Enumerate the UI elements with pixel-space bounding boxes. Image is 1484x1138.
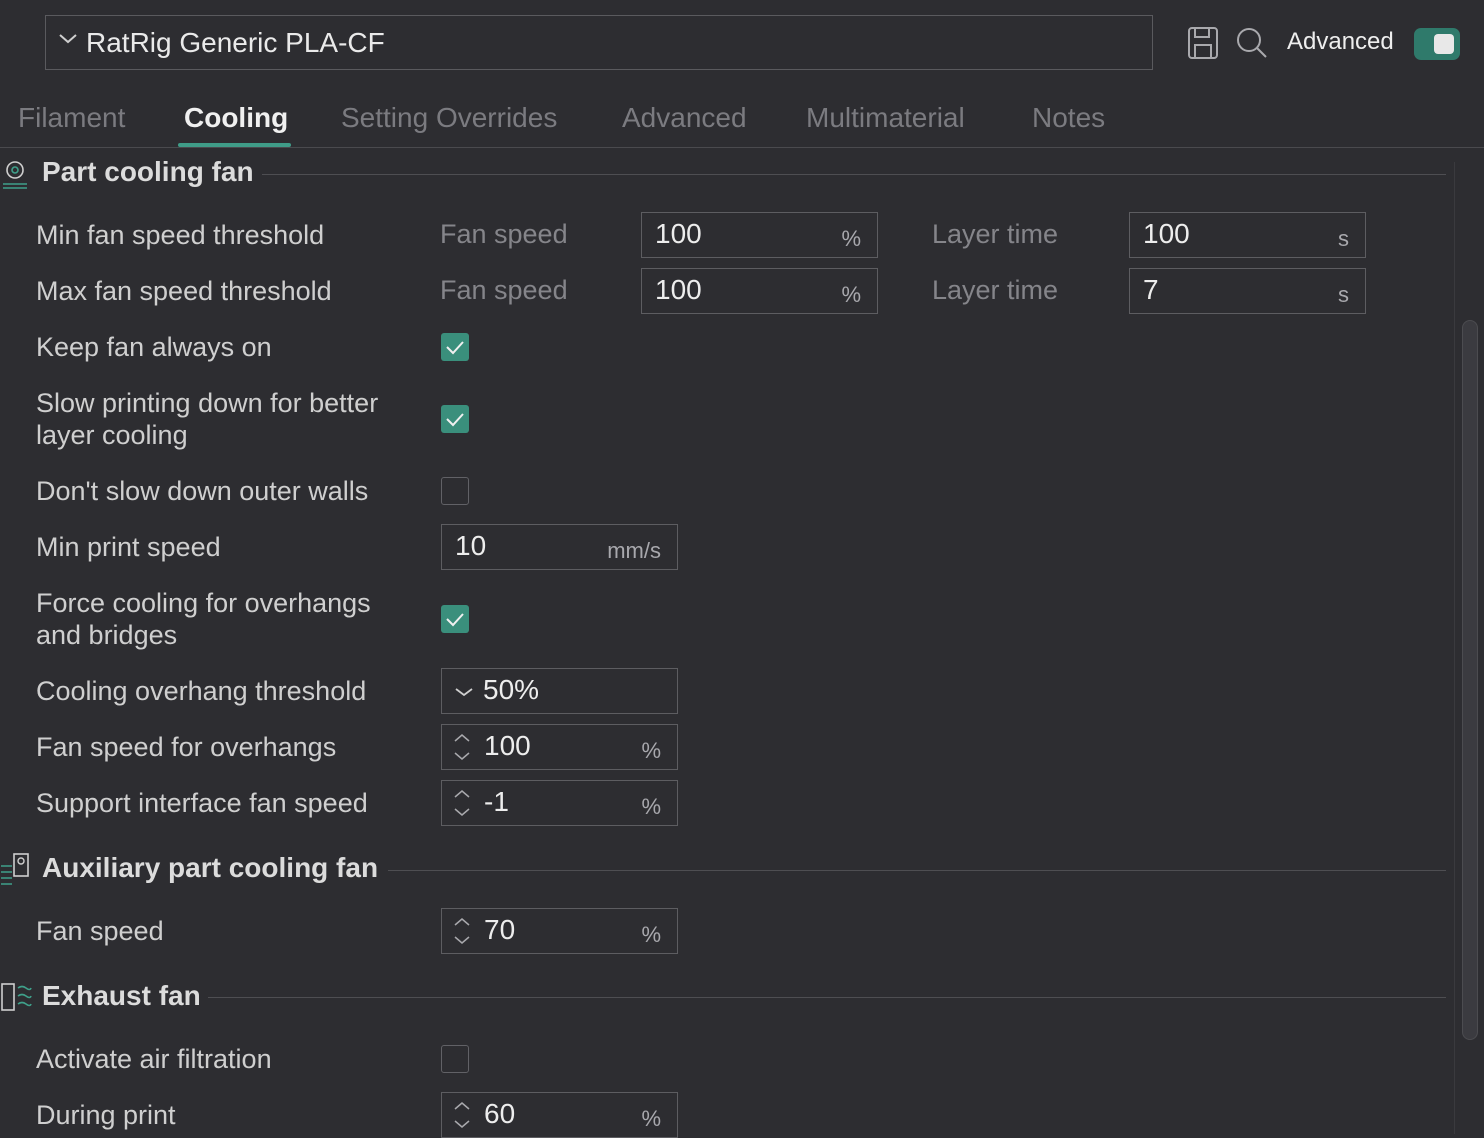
field-unit: % bbox=[841, 282, 861, 307]
section-title-part-cooling: Part cooling fan bbox=[42, 156, 254, 187]
field-unit: % bbox=[641, 1106, 661, 1131]
field-value: 100 bbox=[655, 274, 702, 305]
chevron-down-icon bbox=[59, 34, 77, 44]
field-unit: s bbox=[1338, 282, 1349, 307]
aux-fan-speed-spinner[interactable]: 70 % bbox=[441, 908, 678, 954]
check-icon bbox=[446, 413, 464, 427]
field-unit: % bbox=[641, 794, 661, 819]
aux-fan-icon bbox=[1, 853, 29, 885]
exhaust-fan-icon bbox=[1, 983, 32, 1011]
aux-fan-speed-label: Fan speed bbox=[36, 916, 164, 946]
scroll-track bbox=[1454, 162, 1455, 1134]
layer-time-sublabel: Layer time bbox=[932, 275, 1059, 305]
fan-icon bbox=[3, 161, 27, 189]
tabs-divider bbox=[0, 147, 1484, 148]
during-print-spinner[interactable]: 60 % bbox=[441, 1092, 678, 1138]
field-value: -1 bbox=[484, 786, 509, 817]
field-value: 70 bbox=[484, 914, 516, 945]
check-icon bbox=[446, 613, 464, 627]
field-unit: % bbox=[641, 738, 661, 763]
field-unit: % bbox=[641, 922, 661, 947]
air-filtration-checkbox[interactable] bbox=[441, 1045, 469, 1073]
field-value: 7 bbox=[1143, 274, 1159, 305]
section-title-exhaust-fan: Exhaust fan bbox=[42, 980, 201, 1011]
dont-slow-walls-checkbox[interactable] bbox=[441, 477, 469, 505]
check-icon bbox=[446, 341, 464, 355]
slow-down-checkbox[interactable] bbox=[441, 405, 469, 433]
save-icon[interactable] bbox=[1187, 26, 1219, 60]
tab-multimaterial[interactable]: Multimaterial bbox=[806, 102, 965, 134]
force-cooling-checkbox[interactable] bbox=[441, 605, 469, 633]
max-fan-threshold-label: Max fan speed threshold bbox=[36, 276, 332, 306]
overhang-threshold-label: Cooling overhang threshold bbox=[36, 676, 367, 706]
field-value: 100 bbox=[484, 730, 531, 761]
layer-time-sublabel: Layer time bbox=[932, 219, 1059, 249]
support-interface-label: Support interface fan speed bbox=[36, 788, 368, 818]
fan-overhangs-label: Fan speed for overhangs bbox=[36, 732, 337, 762]
keep-fan-on-label: Keep fan always on bbox=[36, 332, 272, 362]
max-fan-speed-input[interactable]: 100 % bbox=[641, 268, 878, 314]
advanced-toggle[interactable] bbox=[1414, 28, 1460, 60]
chevron-down-icon bbox=[455, 688, 473, 697]
tab-cooling[interactable]: Cooling bbox=[184, 102, 288, 134]
fan-speed-sublabel: Fan speed bbox=[440, 219, 568, 249]
slow-down-label-line2: layer cooling bbox=[36, 420, 188, 450]
preset-selector[interactable]: RatRig Generic PLA-CF bbox=[45, 15, 1153, 70]
select-value: 50% bbox=[483, 674, 540, 705]
tab-setting-overrides[interactable]: Setting Overrides bbox=[341, 102, 557, 134]
section-divider bbox=[208, 997, 1446, 998]
fan-overhangs-spinner[interactable]: 100 % bbox=[441, 724, 678, 770]
section-divider bbox=[388, 870, 1446, 871]
search-icon[interactable] bbox=[1235, 26, 1269, 60]
during-print-label: During print bbox=[36, 1100, 176, 1130]
preset-name: RatRig Generic PLA-CF bbox=[86, 27, 385, 58]
tab-notes[interactable]: Notes bbox=[1032, 102, 1105, 134]
field-unit: % bbox=[841, 226, 861, 251]
tab-advanced[interactable]: Advanced bbox=[622, 102, 747, 134]
section-title-aux-fan: Auxiliary part cooling fan bbox=[42, 852, 379, 883]
field-value: 60 bbox=[484, 1098, 516, 1129]
fan-speed-sublabel: Fan speed bbox=[440, 275, 568, 305]
max-layer-time-input[interactable]: 7 s bbox=[1129, 268, 1366, 314]
vertical-scrollbar[interactable] bbox=[1462, 320, 1478, 1040]
field-unit: mm/s bbox=[607, 538, 661, 563]
spin-arrows-icon[interactable] bbox=[452, 787, 472, 819]
min-layer-time-input[interactable]: 100 s bbox=[1129, 212, 1366, 258]
tab-filament[interactable]: Filament bbox=[18, 102, 125, 134]
min-fan-speed-input[interactable]: 100 % bbox=[641, 212, 878, 258]
spin-arrows-icon[interactable] bbox=[452, 915, 472, 947]
advanced-label: Advanced bbox=[1287, 28, 1394, 55]
air-filtration-label: Activate air filtration bbox=[36, 1044, 272, 1074]
keep-fan-on-checkbox[interactable] bbox=[441, 333, 469, 361]
section-divider bbox=[262, 174, 1446, 175]
dont-slow-walls-label: Don't slow down outer walls bbox=[36, 476, 369, 506]
spin-arrows-icon[interactable] bbox=[452, 1099, 472, 1131]
toggle-knob bbox=[1434, 34, 1454, 54]
force-cooling-label-line1: Force cooling for overhangs bbox=[36, 588, 371, 618]
field-value: 10 bbox=[455, 530, 487, 561]
support-interface-spinner[interactable]: -1 % bbox=[441, 780, 678, 826]
slow-down-label-line1: Slow printing down for better bbox=[36, 388, 379, 418]
min-print-speed-label: Min print speed bbox=[36, 532, 221, 562]
min-print-speed-input[interactable]: 10 mm/s bbox=[441, 524, 678, 570]
force-cooling-label-line2: and bridges bbox=[36, 620, 178, 650]
min-fan-threshold-label: Min fan speed threshold bbox=[36, 220, 325, 250]
field-unit: s bbox=[1338, 226, 1349, 251]
field-value: 100 bbox=[655, 218, 702, 249]
field-value: 100 bbox=[1143, 218, 1190, 249]
spin-arrows-icon[interactable] bbox=[452, 731, 472, 763]
overhang-threshold-select[interactable]: 50% bbox=[441, 668, 678, 714]
